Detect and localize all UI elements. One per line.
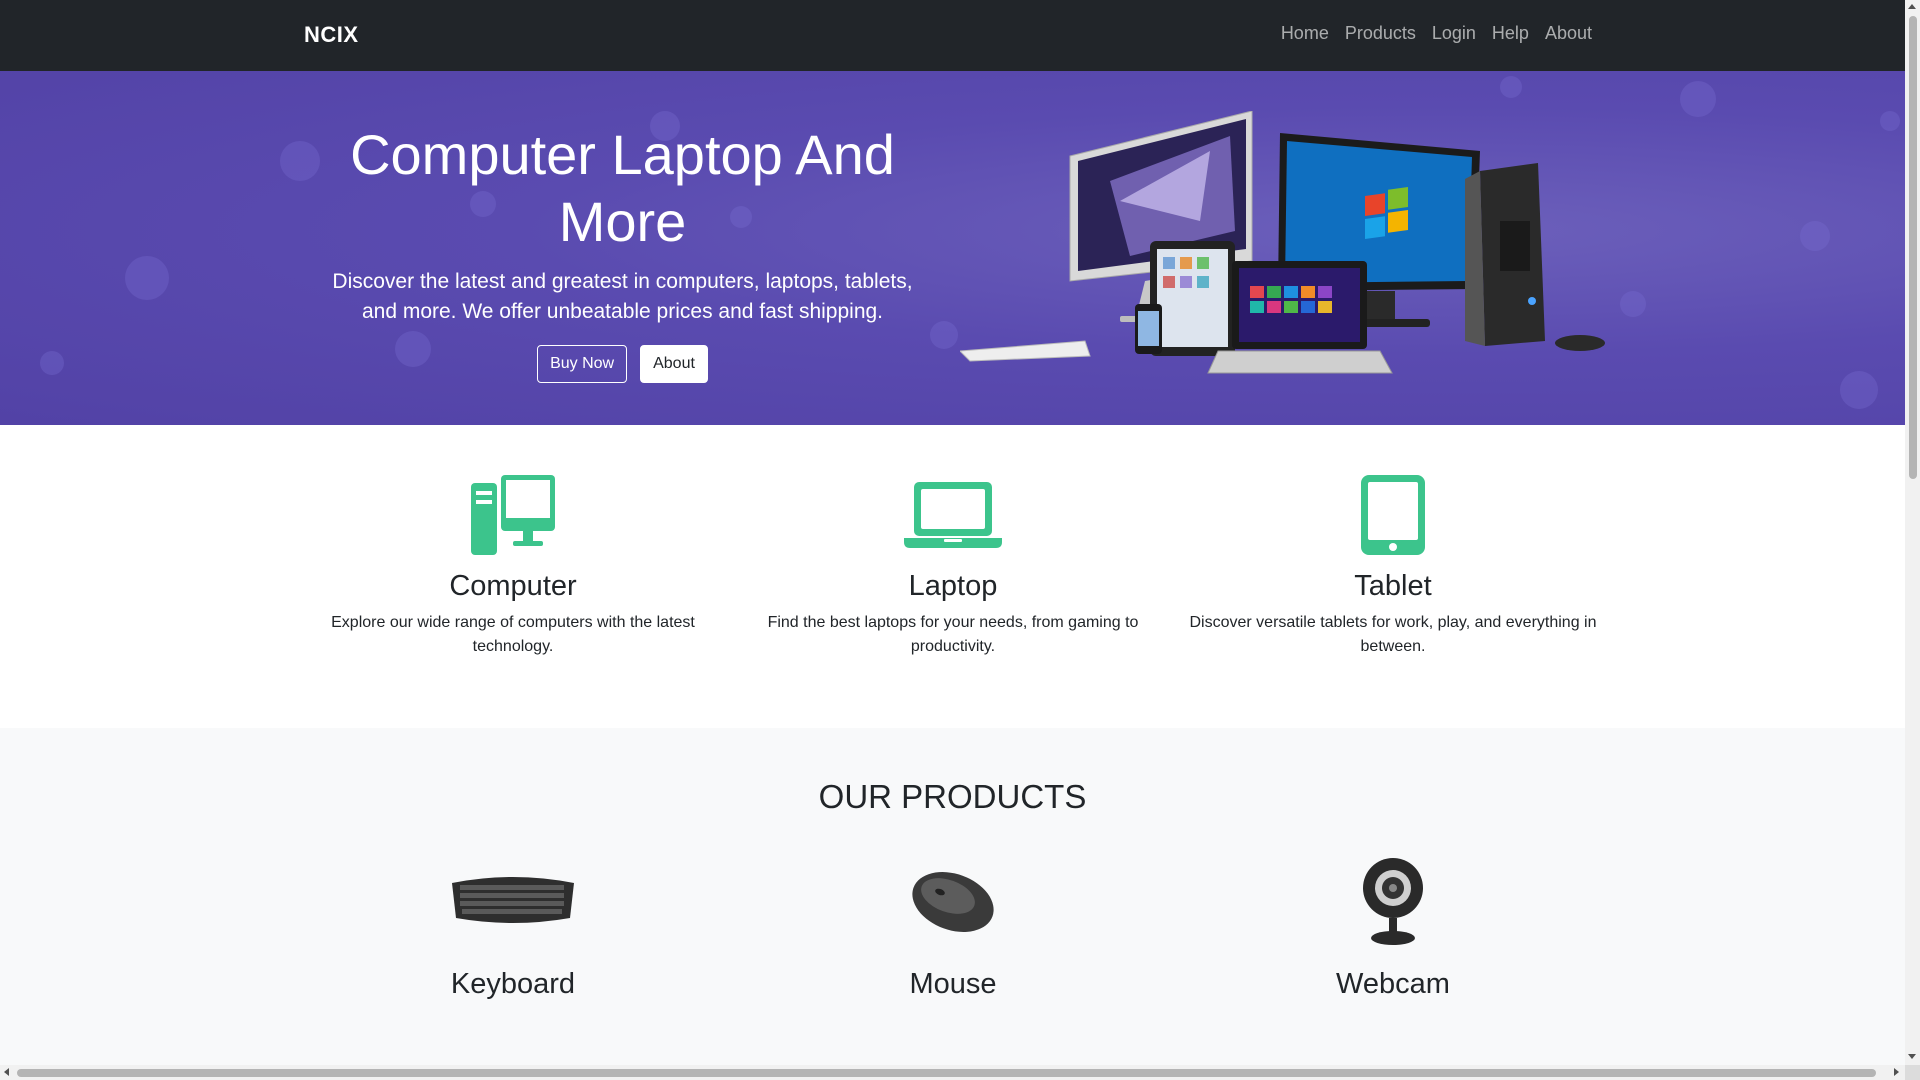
hero-devices-image: [960, 111, 1605, 374]
products-section: OUR PRODUCTS Keyboard Mouse Webcam: [0, 728, 1905, 1065]
nav-link-about[interactable]: About: [1545, 23, 1592, 44]
product-name-keyboard: Keyboard: [450, 968, 576, 1000]
iphone-illustration: [1135, 304, 1162, 354]
feature-title-computer: Computer: [449, 570, 577, 602]
mouse-image: [743, 853, 1163, 948]
features-section: Computer Explore our wide range of compu…: [0, 425, 1905, 728]
hero-buttons: Buy Now About: [320, 345, 925, 383]
scroll-right-icon[interactable]: [1894, 1068, 1899, 1076]
webcam-image: [1183, 853, 1603, 948]
brand-logo[interactable]: NCIX: [304, 22, 359, 48]
feature-desc-laptop: Find the best laptops for your needs, fr…: [767, 614, 1139, 655]
hero-title: Computer Laptop And More: [350, 123, 895, 253]
hero-subtitle: Discover the latest and greatest in comp…: [332, 270, 913, 323]
product-name-webcam: Webcam: [1336, 968, 1450, 1000]
hero-section: Computer Laptop And More Discover the la…: [0, 71, 1905, 425]
buy-now-button[interactable]: Buy Now: [537, 345, 628, 383]
feature-desc-computer: Explore our wide range of computers with…: [331, 614, 695, 655]
feature-title-tablet: Tablet: [1354, 570, 1432, 602]
ipad-illustration: [1150, 241, 1235, 356]
hero-text: Computer Laptop And More Discover the la…: [320, 121, 925, 383]
nav-links: Home Products Login Help About: [1265, 23, 1592, 44]
horizontal-scroll-thumb[interactable]: [17, 1069, 1876, 1077]
feature-laptop: Laptop Find the best laptops for your ne…: [743, 475, 1163, 659]
product-mouse[interactable]: Mouse: [743, 853, 1163, 1001]
desktop-icon: [303, 475, 723, 555]
pc-tower-illustration: [1465, 163, 1545, 346]
nav-link-help[interactable]: Help: [1492, 23, 1529, 44]
feature-desc-tablet: Discover versatile tablets for work, pla…: [1189, 614, 1597, 655]
feature-tablet: Tablet Discover versatile tablets for wo…: [1183, 475, 1603, 659]
scroll-down-icon[interactable]: [1908, 1054, 1916, 1059]
nav-link-products[interactable]: Products: [1345, 23, 1416, 44]
vertical-scrollbar[interactable]: [1905, 0, 1920, 1065]
scrollbar-corner: [1905, 1065, 1920, 1080]
navbar: NCIX Home Products Login Help About: [0, 0, 1905, 71]
horizontal-scrollbar[interactable]: [0, 1065, 1905, 1080]
product-keyboard[interactable]: Keyboard: [303, 853, 723, 1001]
keyboard-image: [303, 853, 723, 948]
vertical-scroll-thumb[interactable]: [1909, 16, 1917, 479]
scroll-left-icon[interactable]: [4, 1068, 9, 1076]
page-viewport: NCIX Home Products Login Help About Comp…: [0, 0, 1905, 1065]
product-name-mouse: Mouse: [909, 968, 997, 1000]
about-button[interactable]: About: [640, 345, 708, 383]
nav-link-login[interactable]: Login: [1432, 23, 1476, 44]
product-webcam[interactable]: Webcam: [1183, 853, 1603, 1001]
feature-computer: Computer Explore our wide range of compu…: [303, 475, 723, 659]
tablet-icon: [1183, 475, 1603, 555]
laptop-icon: [743, 475, 1163, 555]
scroll-up-icon[interactable]: [1908, 4, 1916, 9]
products-heading: OUR PRODUCTS: [818, 778, 1087, 815]
laptop-illustration: [1207, 261, 1393, 374]
feature-title-laptop: Laptop: [908, 570, 998, 602]
nav-link-home[interactable]: Home: [1281, 23, 1329, 44]
